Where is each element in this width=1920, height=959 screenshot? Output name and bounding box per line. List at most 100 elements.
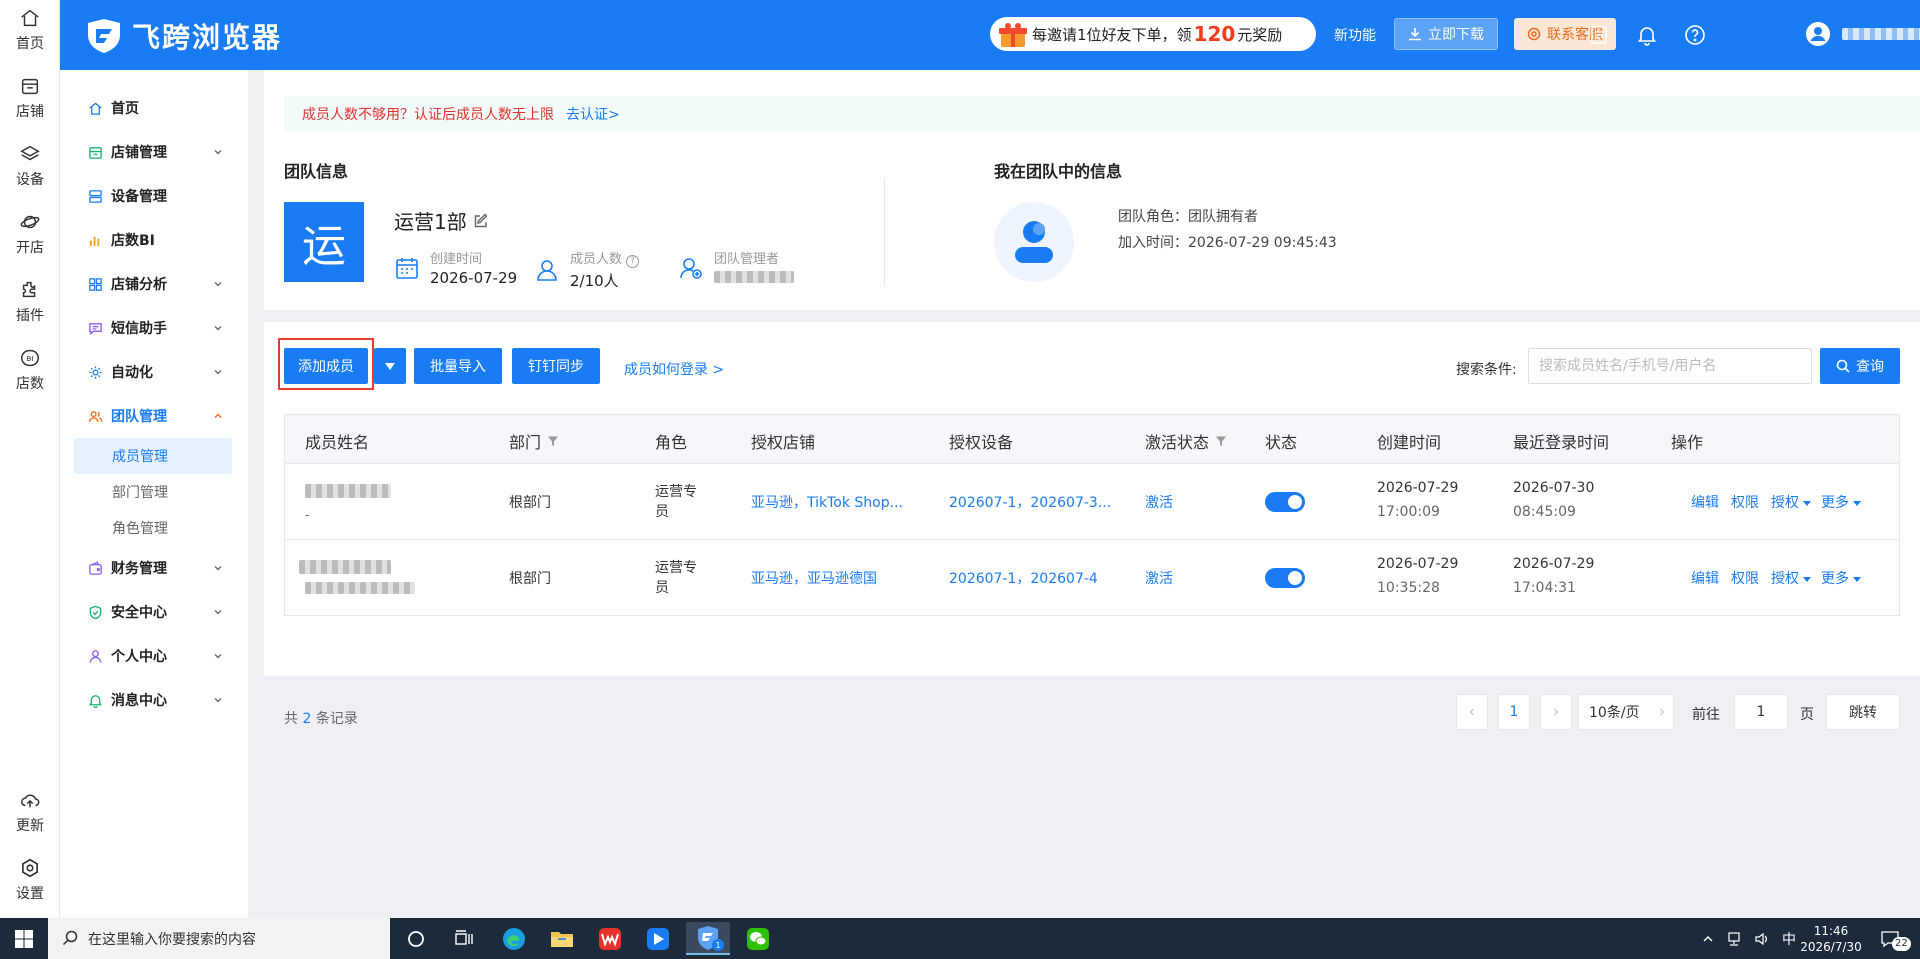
add-member-button[interactable]: 添加成员 (284, 348, 368, 384)
document-icon[interactable] (1588, 24, 1610, 46)
manager-label: 团队管理者 (714, 252, 780, 267)
sidebar-subitem-department-management[interactable]: 部门管理 (74, 474, 232, 510)
sidebar-item-sms-assistant[interactable]: 短信助手 (60, 306, 248, 350)
rail-settings[interactable]: 设置 (0, 850, 60, 910)
search-label: 搜索条件: (1456, 362, 1517, 378)
goto-page-input[interactable] (1734, 694, 1788, 730)
how-to-login-link[interactable]: 成员如何登录 > (624, 359, 724, 379)
system-tray: 中 (1702, 918, 1796, 959)
sidebar-item-personal-center[interactable]: 个人中心 (60, 634, 248, 678)
question-icon[interactable]: ? (626, 255, 640, 268)
wps-app[interactable] (588, 922, 632, 955)
filter-icon[interactable] (547, 435, 559, 447)
sidebar-item-bi[interactable]: 店数BI (60, 218, 248, 262)
feishu-app[interactable] (636, 922, 680, 955)
clock-time: 11:46 (1813, 923, 1849, 938)
file-explorer-app[interactable] (540, 922, 584, 955)
rail-home[interactable]: 首页 (0, 0, 60, 60)
notification-button[interactable]: 22 (1880, 918, 1911, 959)
authorize-action[interactable]: 授权 (1771, 492, 1811, 512)
query-button[interactable]: 查询 (1820, 348, 1900, 384)
filter-icon[interactable] (1215, 435, 1227, 447)
chevron-down-icon (214, 698, 222, 703)
verify-link[interactable]: 去认证> (566, 104, 620, 124)
member-role-line2: 员 (655, 504, 669, 520)
invite-banner[interactable]: 每邀请1位好友下单，领 120 元奖励 (990, 17, 1316, 51)
wechat-app[interactable] (736, 922, 780, 955)
rail-label: 店数 (16, 376, 44, 392)
sidebar-item-security-center[interactable]: 安全中心 (60, 590, 248, 634)
start-button[interactable] (2, 922, 46, 955)
puzzle-icon (22, 281, 36, 298)
brand-logo[interactable]: 飞跨浏览器 (84, 16, 282, 56)
col-activation[interactable]: 激活状态 (1145, 429, 1227, 453)
taskbar-search[interactable]: 在这里输入你要搜索的内容 (48, 918, 390, 959)
add-member-dropdown-button[interactable] (374, 348, 406, 384)
network-icon[interactable] (1726, 931, 1742, 946)
chevron-up-icon (214, 413, 222, 418)
permission-action[interactable]: 权限 (1731, 568, 1759, 588)
authorize-action[interactable]: 授权 (1771, 568, 1811, 588)
sidebar-item-store-management[interactable]: 店铺管理 (60, 130, 248, 174)
more-action[interactable]: 更多 (1821, 492, 1861, 512)
sidebar-subitem-role-management[interactable]: 角色管理 (74, 510, 232, 546)
chevron-left-icon (1469, 708, 1474, 716)
new-feature-link[interactable]: 新功能 (1334, 25, 1376, 45)
jump-button[interactable]: 跳转 (1826, 694, 1900, 730)
sidebar-item-finance[interactable]: 财务管理 (60, 546, 248, 590)
rail-device[interactable]: 设备 (0, 136, 60, 196)
batch-import-button[interactable]: 批量导入 (414, 348, 502, 384)
rail-store[interactable]: 店铺 (0, 68, 60, 128)
member-auth-devices[interactable]: 202607-1，202607-4 (949, 568, 1098, 588)
member-auth-shops[interactable]: 亚马逊，TikTok Shop... (751, 492, 903, 512)
bell-icon[interactable] (1636, 24, 1658, 46)
sidebar-subitem-member-management[interactable]: 成员管理 (74, 438, 232, 474)
cortana-button[interactable] (394, 922, 438, 955)
edit-action[interactable]: 编辑 (1691, 492, 1719, 512)
edit-icon[interactable] (473, 213, 489, 229)
chevron-down-icon (214, 326, 222, 331)
permission-action[interactable]: 权限 (1731, 492, 1759, 512)
rail-open-store[interactable]: 开店 (0, 204, 60, 264)
rail-bi[interactable]: BI 店数 (0, 340, 60, 400)
download-button[interactable]: 立即下载 (1394, 18, 1498, 50)
authorize-action-label: 授权 (1771, 571, 1799, 587)
more-action[interactable]: 更多 (1821, 568, 1861, 588)
rail-update[interactable]: 更新 (0, 782, 60, 842)
col-department[interactable]: 部门 (509, 429, 559, 453)
sidebar-item-store-analysis[interactable]: 店铺分析 (60, 262, 248, 306)
sidebar-item-team-management[interactable]: 团队管理 (60, 394, 248, 438)
member-auth-shops[interactable]: 亚马逊，亚马逊德国 (751, 568, 877, 588)
sidebar-item-automation[interactable]: 自动化 (60, 350, 248, 394)
dingtalk-sync-button[interactable]: 钉钉同步 (512, 348, 600, 384)
task-view-button[interactable] (442, 922, 486, 955)
prev-page-button[interactable] (1456, 694, 1488, 730)
status-toggle[interactable] (1265, 568, 1305, 588)
edit-action[interactable]: 编辑 (1691, 568, 1719, 588)
clock[interactable]: 11:46 2026/7/30 (1790, 918, 1872, 959)
chevron-up-icon[interactable] (1702, 933, 1714, 945)
next-page-button[interactable] (1540, 694, 1572, 730)
volume-icon[interactable] (1754, 932, 1770, 946)
member-auth-devices[interactable]: 202607-1，202607-3... (949, 492, 1111, 512)
edge-app[interactable] (492, 922, 536, 955)
sidebar-item-message-center[interactable]: 消息中心 (60, 678, 248, 722)
sidebar-item-device-management[interactable]: 设备管理 (60, 174, 248, 218)
sidebar-item-home[interactable]: 首页 (60, 86, 248, 130)
login-date: 2026-07-29 (1513, 556, 1595, 572)
sidebar-item-label: 安全中心 (111, 605, 167, 621)
created-date: 2026-07-29 (1377, 556, 1459, 572)
rail-plugin[interactable]: 插件 (0, 272, 60, 332)
rail-label: 首页 (16, 36, 44, 52)
team-manager-meta: 团队管理者 (678, 248, 794, 287)
search-input[interactable] (1528, 348, 1812, 384)
status-toggle[interactable] (1265, 492, 1305, 512)
page-size-select[interactable]: 10条/页 (1578, 694, 1674, 730)
user-menu[interactable] (1806, 22, 1920, 46)
help-icon[interactable] (1684, 24, 1706, 46)
page-1-button[interactable]: 1 (1498, 694, 1530, 730)
browser-app-active[interactable]: 1 (686, 922, 730, 955)
member-activation[interactable]: 激活 (1145, 568, 1173, 588)
cloud-upload-icon (21, 794, 40, 808)
member-activation[interactable]: 激活 (1145, 492, 1173, 512)
